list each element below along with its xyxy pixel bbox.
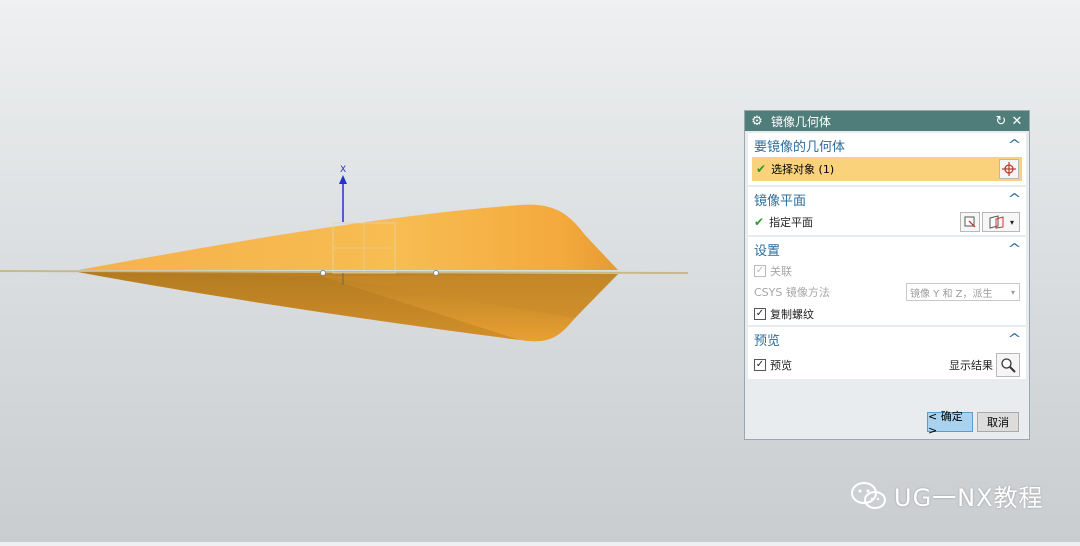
preview-label: 预览 (770, 359, 792, 372)
dialog-title: 镜像几何体 (771, 114, 832, 129)
collapse-caret-icon[interactable]: ^ (1007, 138, 1021, 153)
plane-dialog-button[interactable] (960, 212, 980, 232)
section-header-preview: 预览 (754, 333, 781, 349)
check-icon: ✔ (754, 215, 765, 229)
magnifier-icon (1001, 358, 1016, 373)
section-preview: 预览 ^ ✓ 预览 显示结果 (748, 327, 1026, 379)
section-header-geometry: 要镜像的几何体 (754, 139, 846, 155)
watermark-text: UG一NX教程 (894, 484, 1044, 512)
associative-label: 关联 (770, 265, 792, 278)
ok-button[interactable]: < 确定 > (927, 410, 973, 437)
specify-plane-label: 指定平面 (769, 216, 814, 229)
plane-type-dropdown[interactable]: ▾ (982, 212, 1020, 232)
copy-threads-checkbox[interactable]: ✓ (754, 308, 766, 320)
dialog-titlebar[interactable]: ⚙ 镜像几何体 ↻ ✕ (745, 111, 1029, 131)
x-axis-label: X (340, 165, 346, 175)
plane-type-icon (989, 215, 1004, 229)
mirror-geometry-dialog: ⚙ 镜像几何体 ↻ ✕ 要镜像的几何体 ^ ✔ 选择对象 (1) 镜像平面 ^ … (744, 110, 1030, 440)
section-plane: 镜像平面 ^ ✔ 指定平面 ▾ (748, 187, 1026, 235)
cancel-button[interactable]: 取消 (977, 412, 1019, 432)
reset-icon[interactable]: ↻ (993, 114, 1009, 129)
gear-icon[interactable]: ⚙ (749, 114, 765, 129)
section-geometry: 要镜像的几何体 ^ ✔ 选择对象 (1) (748, 133, 1026, 185)
csys-method-select[interactable]: 镜像 Y 和 Z，派生 ▾ (906, 283, 1020, 301)
copy-threads-label: 复制螺纹 (770, 308, 814, 321)
dropdown-arrow-icon: ▾ (1010, 287, 1015, 297)
plane-dialog-icon (964, 216, 976, 228)
show-result-label: 显示结果 (949, 359, 993, 372)
csys-method-value: 镜像 Y 和 Z，派生 (910, 288, 993, 300)
collapse-caret-icon[interactable]: ^ (1007, 332, 1021, 347)
check-icon: ✔ (756, 162, 767, 176)
csys-method-label: CSYS 镜像方法 (754, 286, 830, 299)
section-header-plane: 镜像平面 (754, 193, 807, 209)
collapse-caret-icon[interactable]: ^ (1007, 242, 1021, 257)
crosshair-icon (1002, 162, 1016, 176)
x-axis-arrow (339, 175, 347, 184)
dialog-footer: < 确定 > 取消 (745, 405, 1029, 439)
wechat-icon (851, 481, 886, 509)
watermark: UG一NX教程 (850, 478, 1044, 513)
associative-checkbox[interactable]: ✓ (754, 265, 766, 277)
select-object-row[interactable]: ✔ 选择对象 (1) (752, 157, 1022, 181)
section-settings: 设置 ^ ✓ 关联 CSYS 镜像方法 镜像 Y 和 Z，派生 ▾ ✓ 复制螺纹 (748, 237, 1026, 325)
section-header-settings: 设置 (754, 243, 781, 259)
preview-checkbox[interactable]: ✓ (754, 359, 766, 371)
collapse-caret-icon[interactable]: ^ (1007, 192, 1021, 207)
close-icon[interactable]: ✕ (1009, 114, 1025, 129)
crosshair-select-button[interactable] (999, 159, 1019, 179)
show-result-button[interactable] (996, 353, 1020, 377)
dropdown-arrow-icon: ▾ (1009, 217, 1014, 227)
select-object-label: 选择对象 (1) (771, 163, 835, 176)
body-top (78, 204, 618, 270)
